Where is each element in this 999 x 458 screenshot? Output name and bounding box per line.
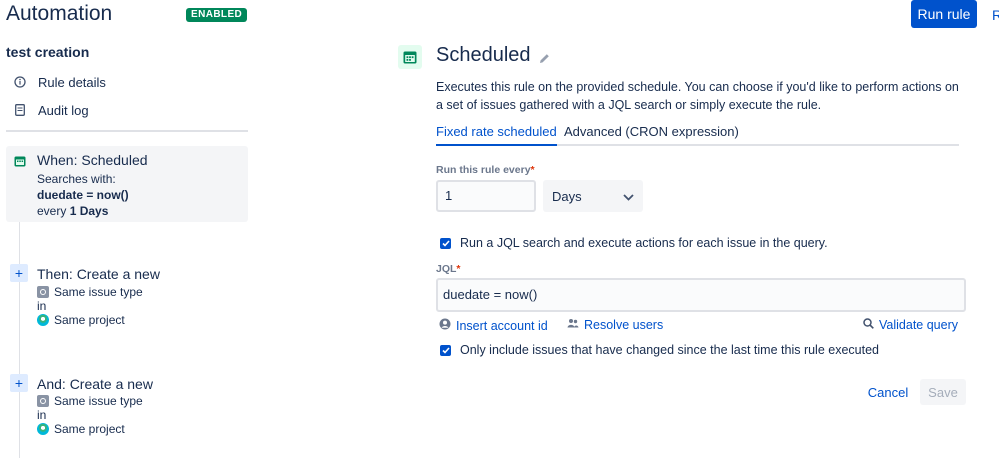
sidebar-item-label: Rule details (38, 74, 106, 90)
action-title[interactable]: Then: Create a new (37, 266, 160, 282)
status-badge: ENABLED (186, 8, 248, 22)
tab-fixed-rate[interactable]: Fixed rate scheduled (436, 124, 557, 146)
changed-only-checkbox-row[interactable]: Only include issues that have changed si… (440, 343, 879, 357)
sidebar-item-label: Audit log (38, 102, 89, 118)
action-issue-type: Same issue type (37, 394, 143, 408)
jql-search-checkbox-row[interactable]: Run a JQL search and execute actions for… (440, 236, 828, 250)
search-icon (863, 318, 874, 332)
insert-account-id-button[interactable]: Insert account id (439, 318, 548, 333)
action-project-label: Same project (54, 313, 125, 327)
app-title: Automation (6, 2, 113, 25)
header-overflow-link[interactable]: R (992, 7, 999, 23)
info-icon (14, 76, 26, 88)
jql-label-text: JQL (436, 263, 457, 275)
jql-search-checkbox[interactable] (440, 237, 451, 249)
save-button[interactable]: Save (920, 379, 966, 405)
document-icon (14, 104, 26, 116)
trigger-searches-with: Searches with: (37, 172, 116, 186)
resolve-users-button[interactable]: Resolve users (567, 318, 663, 332)
action-project: Same project (37, 422, 125, 436)
tab-advanced-cron[interactable]: Advanced (CRON expression) (564, 124, 739, 146)
action-project: Same project (37, 313, 125, 327)
add-component-button[interactable]: + (10, 374, 28, 392)
action-issue-type-label: Same issue type (54, 394, 143, 408)
validate-query-label: Validate query (879, 318, 958, 332)
trigger-jql: duedate = now() (37, 188, 129, 202)
add-component-button[interactable]: + (10, 264, 28, 282)
trigger-every-prefix: every (37, 204, 67, 218)
run-every-label: Run this rule every* (436, 164, 535, 176)
cancel-button[interactable]: Cancel (866, 379, 910, 405)
page-title: Scheduled (436, 44, 531, 66)
jql-search-checkbox-label: Run a JQL search and execute actions for… (460, 236, 828, 250)
changed-only-checkbox-label: Only include issues that have changed si… (460, 343, 879, 357)
chevron-down-icon (623, 189, 634, 204)
run-rule-button[interactable]: Run rule (911, 0, 977, 28)
sidebar-item-rule-details[interactable]: Rule details (14, 72, 106, 92)
action-issue-type-label: Same issue type (54, 285, 143, 299)
trigger-every-value: 1 Days (69, 204, 109, 218)
insert-account-id-label: Insert account id (456, 318, 548, 333)
pencil-icon[interactable] (539, 51, 550, 69)
users-icon (567, 318, 579, 332)
jql-input[interactable]: duedate = now() (436, 278, 966, 312)
action-title[interactable]: And: Create a new (37, 376, 153, 392)
validate-query-button[interactable]: Validate query (863, 318, 958, 332)
issue-type-icon (37, 286, 49, 298)
user-icon (439, 318, 451, 333)
run-every-label-text: Run this rule every (436, 164, 531, 176)
tab-bar: Fixed rate scheduled Advanced (CRON expr… (436, 124, 959, 146)
rule-timeline (19, 222, 20, 458)
unit-select-value: Days (552, 188, 582, 204)
trigger-frequency: every 1 Days (37, 204, 108, 218)
trigger-card[interactable]: When: Scheduled Searches with: duedate =… (6, 146, 248, 222)
project-icon (37, 423, 49, 435)
changed-only-checkbox[interactable] (440, 344, 451, 356)
description: Executes this rule on the provided sched… (436, 80, 959, 112)
action-in: in (37, 299, 47, 313)
project-icon (37, 314, 49, 326)
action-project-label: Same project (54, 422, 125, 436)
unit-select[interactable]: Days (543, 180, 643, 212)
calendar-icon (398, 45, 422, 69)
sidebar-divider (6, 130, 248, 132)
action-issue-type: Same issue type (37, 285, 143, 299)
run-every-input[interactable]: 1 (436, 180, 536, 212)
issue-type-icon (37, 395, 49, 407)
jql-label: JQL* (436, 263, 461, 275)
required-mark: * (456, 263, 461, 275)
action-in: in (37, 408, 47, 422)
sidebar-item-audit-log[interactable]: Audit log (14, 100, 89, 120)
rule-name: test creation (6, 44, 90, 60)
required-mark: * (530, 164, 535, 176)
calendar-icon (14, 154, 26, 172)
resolve-users-label: Resolve users (584, 318, 664, 332)
trigger-title: When: Scheduled (37, 152, 148, 168)
